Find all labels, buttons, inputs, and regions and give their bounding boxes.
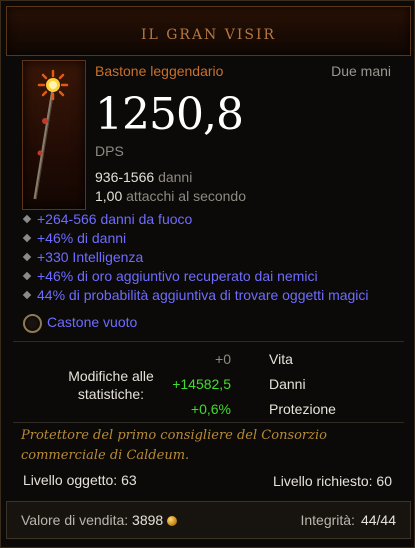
- divider: [13, 341, 404, 342]
- durability-value: 44/44: [360, 512, 396, 528]
- stat-value: +14582,5: [172, 376, 231, 392]
- gold-coin-icon: [167, 516, 178, 527]
- damage-label: danni: [158, 169, 193, 185]
- affix-bullet-icon: [22, 234, 32, 243]
- required-level: Livello richiesto: 60: [272, 473, 392, 489]
- affix-item: +46% di oro aggiuntivo recuperato dai ne…: [22, 268, 369, 287]
- attack-speed: 1,00: [95, 188, 123, 204]
- affix-bullet-icon: [22, 215, 32, 224]
- affix-item: 44% di probabilità aggiuntiva di trovare…: [22, 287, 369, 306]
- stat-row-danni: +14582,5 Danni: [121, 376, 381, 396]
- item-slot: Due mani: [331, 63, 391, 79]
- item-name: IL GRAN VISIR: [140, 27, 277, 43]
- stat-name: Protezione: [269, 401, 336, 417]
- dps-value: 1250,8: [95, 89, 244, 140]
- item-level: Livello oggetto: 63: [23, 472, 137, 488]
- durability: Integrità: 44/44: [300, 512, 396, 528]
- durability-label: Integrità:: [300, 512, 355, 528]
- affix-item: +264-566 danni da fuoco: [22, 211, 369, 230]
- sell-value: Valore di vendita: 3898: [21, 512, 178, 528]
- damage-range-line: 936-1566 danni: [95, 169, 192, 185]
- dps-label: DPS: [95, 143, 124, 159]
- stat-name: Vita: [269, 351, 293, 367]
- stat-value: +0: [215, 351, 231, 367]
- item-tooltip: IL GRAN VISIR Bastone leggendario Due ma…: [0, 0, 415, 548]
- affix-bullet-icon: [22, 272, 32, 281]
- affix-item: +330 Intelligenza: [22, 249, 369, 268]
- item-footer: Valore di vendita: 3898 Integrità: 44/44: [6, 501, 411, 539]
- affix-bullet-icon: [22, 253, 32, 262]
- stat-row-vita: +0 Vita: [121, 351, 381, 371]
- stat-row-protezione: +0,6% Protezione: [121, 401, 381, 421]
- stat-value: +0,6%: [190, 401, 231, 417]
- stat-name: Danni: [269, 376, 306, 392]
- empty-socket: Castone vuoto: [23, 314, 137, 334]
- damage-range: 936-1566: [95, 169, 155, 185]
- sell-label: Valore di vendita:: [21, 512, 129, 528]
- affix-bullet-icon: [22, 291, 32, 300]
- flavor-text: Protettore del primo consigliere del Con…: [21, 428, 327, 463]
- item-type: Bastone leggendario: [95, 63, 224, 79]
- attack-speed-label: attacchi al secondo: [126, 188, 246, 204]
- socket-label: Castone vuoto: [47, 314, 138, 331]
- affix-item: +46% di danni: [22, 230, 369, 249]
- socket-icon: [23, 314, 42, 333]
- sell-amount: 3898: [132, 512, 164, 528]
- divider: [13, 422, 404, 423]
- affix-list: +264-566 danni da fuoco +46% di danni +3…: [22, 211, 369, 306]
- attack-speed-line: 1,00 attacchi al secondo: [95, 188, 246, 204]
- staff-icon: [22, 60, 86, 210]
- item-name-header: IL GRAN VISIR: [6, 6, 411, 56]
